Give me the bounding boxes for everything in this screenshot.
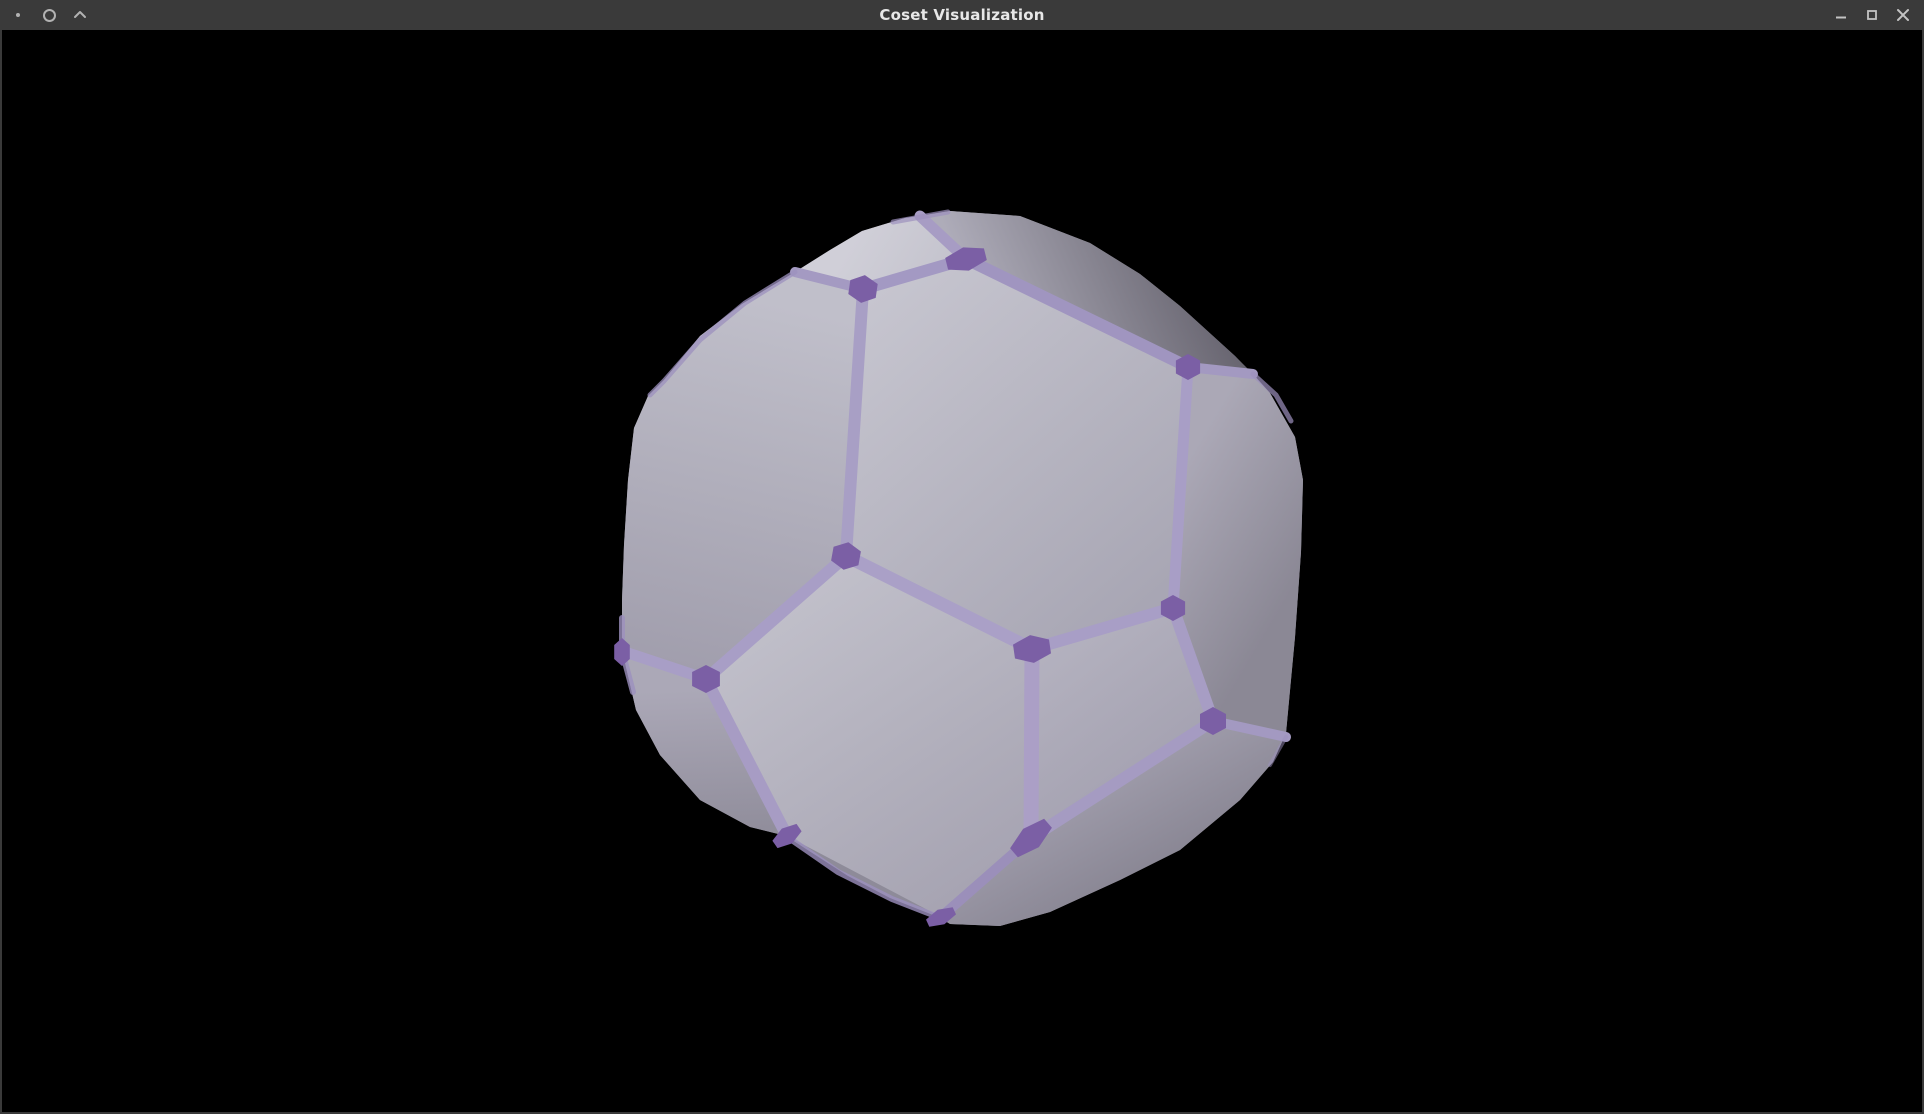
polyhedron-3d-view[interactable] [0,30,1924,1114]
window-title: Coset Visualization [0,0,1924,30]
titlebar[interactable]: Coset Visualization [0,0,1924,30]
window-controls [1823,0,1916,30]
polyhedron-edge-F-I [1031,649,1032,838]
minimize-button[interactable] [1828,2,1854,28]
app-window: Coset Visualization [0,0,1924,1114]
render-canvas[interactable] [0,30,1924,1114]
maximize-button[interactable] [1859,2,1885,28]
close-button[interactable] [1890,2,1916,28]
